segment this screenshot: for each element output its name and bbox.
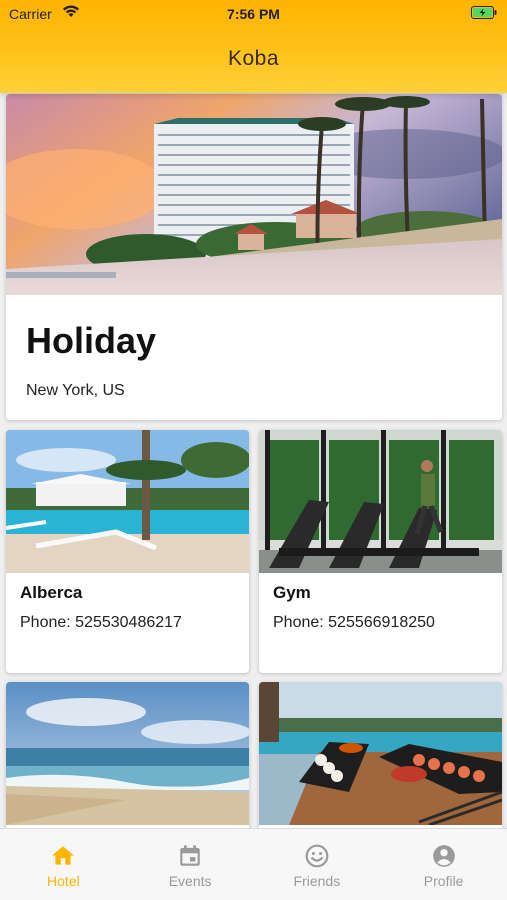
amenity-card-alberca[interactable]: Alberca Phone: 525530486217 [6, 430, 249, 673]
home-icon [52, 846, 75, 865]
amenity-phone: Phone: 525566918250 [273, 614, 435, 631]
smiley-icon [305, 844, 329, 868]
status-time: 7:56 PM [227, 6, 280, 22]
hotel-feed[interactable]: Holiday New York, US Alberca Phone: 5255… [0, 93, 507, 828]
amenity-card-gym[interactable]: Gym Phone: 525566918250 [259, 430, 502, 673]
amenity-name: Gym [273, 583, 311, 602]
tab-events[interactable]: Events [127, 829, 254, 900]
tab-profile[interactable]: Profile [380, 829, 507, 900]
tab-profile-label: Profile [423, 873, 464, 889]
amenity-card-beach[interactable] [6, 682, 249, 828]
sushi-restaurant-photo [259, 682, 502, 825]
profile-icon [432, 845, 455, 867]
status-bar: Carrier 7:56 PM [0, 0, 507, 28]
bottom-tab-bar: Hotel Events Friends Profile [0, 828, 507, 900]
amenity-name: Alberca [20, 583, 83, 602]
tab-hotel[interactable]: Hotel [0, 829, 127, 900]
hotel-location: New York, US [26, 382, 125, 399]
tab-friends[interactable]: Friends [254, 829, 381, 900]
hotel-hero-card[interactable]: Holiday New York, US [6, 94, 502, 420]
app-title: Koba [227, 47, 280, 70]
app-header: Carrier 7:56 PM Koba [0, 0, 507, 93]
tab-events-label: Events [168, 873, 212, 889]
beach-photo [6, 682, 249, 825]
hotel-name: Holiday [26, 320, 157, 361]
calendar-icon [180, 845, 200, 866]
battery-charging-icon [471, 6, 497, 19]
amenity-card-restaurant[interactable] [259, 682, 502, 828]
amenity-phone: Phone: 525530486217 [20, 614, 182, 631]
tab-friends-label: Friends [293, 873, 341, 889]
pool-photo [6, 430, 249, 573]
gym-photo [259, 430, 502, 573]
hotel-beach-photo [6, 94, 502, 295]
tab-hotel-label: Hotel [47, 873, 80, 889]
